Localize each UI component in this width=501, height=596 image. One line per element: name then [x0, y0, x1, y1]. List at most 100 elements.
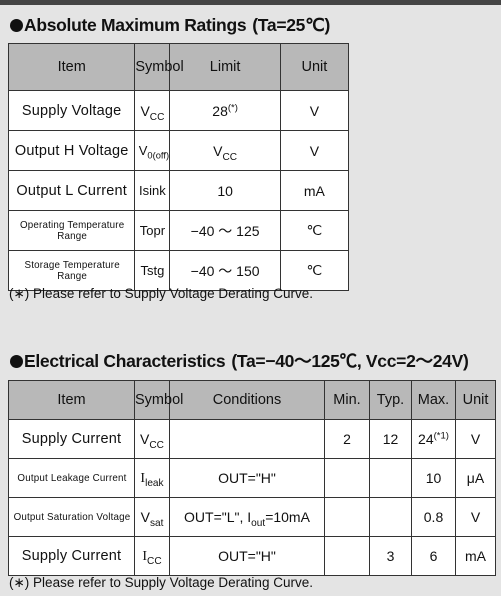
- column-header-conditions: Conditions: [169, 380, 325, 420]
- cell-min: [324, 536, 370, 576]
- cell-unit: mA: [455, 536, 496, 576]
- cell-conditions: OUT="H": [169, 536, 325, 576]
- condition-pre: OUT="H": [218, 548, 276, 564]
- cell-unit: ℃: [279, 210, 350, 251]
- column-header-max: Max.: [411, 380, 456, 420]
- table-row: Supply Current ICC OUT="H" 3 6 mA: [8, 536, 496, 576]
- electrical-characteristics-table: Item Symbol Conditions Min. Typ. Max. Un…: [8, 380, 496, 576]
- table-row: Supply Voltage VCC 28(*) V: [7, 90, 350, 131]
- symbol-base: Isink: [139, 183, 166, 198]
- cell-item: Storage Temperature Range: [10, 250, 133, 291]
- cell-item: Supply Current: [8, 419, 135, 459]
- cell-unit: V: [279, 90, 350, 131]
- max-footnote-marker: (*1): [433, 430, 449, 442]
- cell-item: Output Saturation Voltage: [10, 497, 133, 537]
- table-row: Output L Current Isink 10 mA: [7, 170, 350, 211]
- cell-max: 10: [411, 458, 456, 498]
- note-electrical-characteristics: (∗) Please refer to Supply Voltage Derat…: [9, 575, 313, 590]
- cell-symbol: V0(off): [134, 130, 171, 171]
- section-heading-electrical-characteristics: Electrical Characteristics (Ta=−40～125℃, …: [10, 351, 469, 371]
- cell-item: Output Leakage Current: [10, 458, 133, 498]
- cell-min: 2: [324, 419, 370, 459]
- table-row: Output Saturation Voltage Vsat OUT="L", …: [9, 497, 496, 537]
- cell-symbol: VCC: [134, 90, 171, 131]
- table-row: Operating Temperature Range Topr −40 ～ 1…: [9, 210, 350, 251]
- column-header-symbol: Symbol: [134, 380, 183, 420]
- symbol-subscript: 0(off): [147, 150, 170, 161]
- cell-typ: [369, 497, 412, 537]
- symbol-base: V: [140, 431, 150, 447]
- symbol-base: Topr: [139, 223, 166, 238]
- cell-symbol: Tstg: [134, 250, 171, 291]
- condition-pre: OUT="H": [218, 470, 276, 486]
- section-condition: (Ta=25℃): [252, 15, 330, 35]
- cell-item: Output L Current: [7, 170, 136, 211]
- limit-value: 28: [212, 102, 228, 119]
- cell-unit: ℃: [279, 250, 350, 291]
- condition-subscript: out: [251, 517, 266, 529]
- limit-value: 10: [217, 182, 233, 199]
- cell-max: 6: [411, 536, 456, 576]
- bullet-icon: [10, 355, 23, 368]
- column-header-item: Item: [8, 380, 135, 420]
- cell-conditions: OUT="L", Iout=10mA: [169, 497, 325, 537]
- symbol-base: V: [140, 102, 150, 119]
- max-value: 6: [429, 548, 438, 564]
- cell-item: Supply Voltage: [7, 90, 136, 131]
- symbol-base: Tstg: [140, 263, 165, 278]
- cell-max: 24(*1): [411, 419, 456, 459]
- column-header-symbol: Symbol: [134, 43, 184, 91]
- column-header-min: Min.: [324, 380, 370, 420]
- limit-value: −40 ～ 150: [190, 262, 260, 279]
- symbol-subscript: CC: [149, 111, 165, 123]
- bullet-icon: [10, 19, 23, 32]
- condition-post: =10mA: [265, 509, 310, 525]
- cell-min: [324, 458, 370, 498]
- column-header-limit: Limit: [169, 43, 281, 91]
- table-header-row: Item Symbol Limit Unit: [7, 43, 350, 91]
- cell-typ: 12: [369, 419, 412, 459]
- cell-unit: V: [279, 130, 350, 171]
- condition-pre: OUT="L", I: [184, 509, 252, 525]
- cell-symbol: Ileak: [134, 458, 170, 498]
- table-row: Storage Temperature Range Tstg −40 ～ 150…: [9, 250, 350, 291]
- cell-conditions: [169, 419, 325, 459]
- symbol-base: V: [140, 509, 150, 525]
- cell-limit: 28(*): [169, 90, 281, 131]
- cell-unit: μA: [455, 458, 496, 498]
- cell-unit: mA: [279, 170, 350, 211]
- cell-item: Output H Voltage: [7, 130, 136, 171]
- max-value: 10: [425, 470, 442, 486]
- column-header-item: Item: [7, 43, 136, 91]
- section-condition: (Ta=−40～125℃, Vcc=2～24V): [231, 351, 469, 371]
- table-header-row: Item Symbol Conditions Min. Typ. Max. Un…: [8, 380, 496, 420]
- cell-limit: 10: [169, 170, 281, 211]
- cell-typ: [369, 458, 412, 498]
- section-title: Electrical Characteristics: [24, 351, 226, 371]
- cell-symbol: ICC: [134, 536, 170, 576]
- limit-footnote-marker: (*): [227, 101, 238, 113]
- cell-limit: −40 ～ 150: [169, 250, 281, 291]
- section-title: Absolute Maximum Ratings: [24, 15, 247, 35]
- absolute-maximum-ratings-table: Item Symbol Limit Unit Supply Voltage VC…: [7, 43, 350, 291]
- symbol-subscript: leak: [145, 477, 164, 489]
- table-row: Supply Current VCC 2 12 24(*1) V: [8, 419, 496, 459]
- symbol-subscript: sat: [149, 517, 164, 529]
- cell-symbol: VCC: [134, 419, 170, 459]
- symbol-subscript: CC: [149, 439, 164, 451]
- cell-typ: 3: [369, 536, 412, 576]
- cell-unit: V: [455, 419, 496, 459]
- note-absolute-maximum-ratings: (∗) Please refer to Supply Voltage Derat…: [9, 286, 313, 301]
- cell-symbol: Vsat: [134, 497, 170, 537]
- section-heading-absolute-maximum-ratings: Absolute Maximum Ratings (Ta=25℃): [10, 15, 330, 35]
- column-header-typ: Typ.: [369, 380, 412, 420]
- cell-item: Operating Temperature Range: [10, 210, 133, 251]
- column-header-unit: Unit: [279, 43, 350, 91]
- limit-value: V: [213, 142, 223, 159]
- symbol-subscript: CC: [147, 555, 162, 567]
- max-value: 24: [418, 431, 434, 447]
- datasheet-page: Absolute Maximum Ratings (Ta=25℃) Item Sy…: [0, 5, 501, 596]
- table-row: Output Leakage Current Ileak OUT="H" 10 …: [9, 458, 496, 498]
- cell-conditions: OUT="H": [169, 458, 325, 498]
- cell-limit: −40 ～ 125: [169, 210, 281, 251]
